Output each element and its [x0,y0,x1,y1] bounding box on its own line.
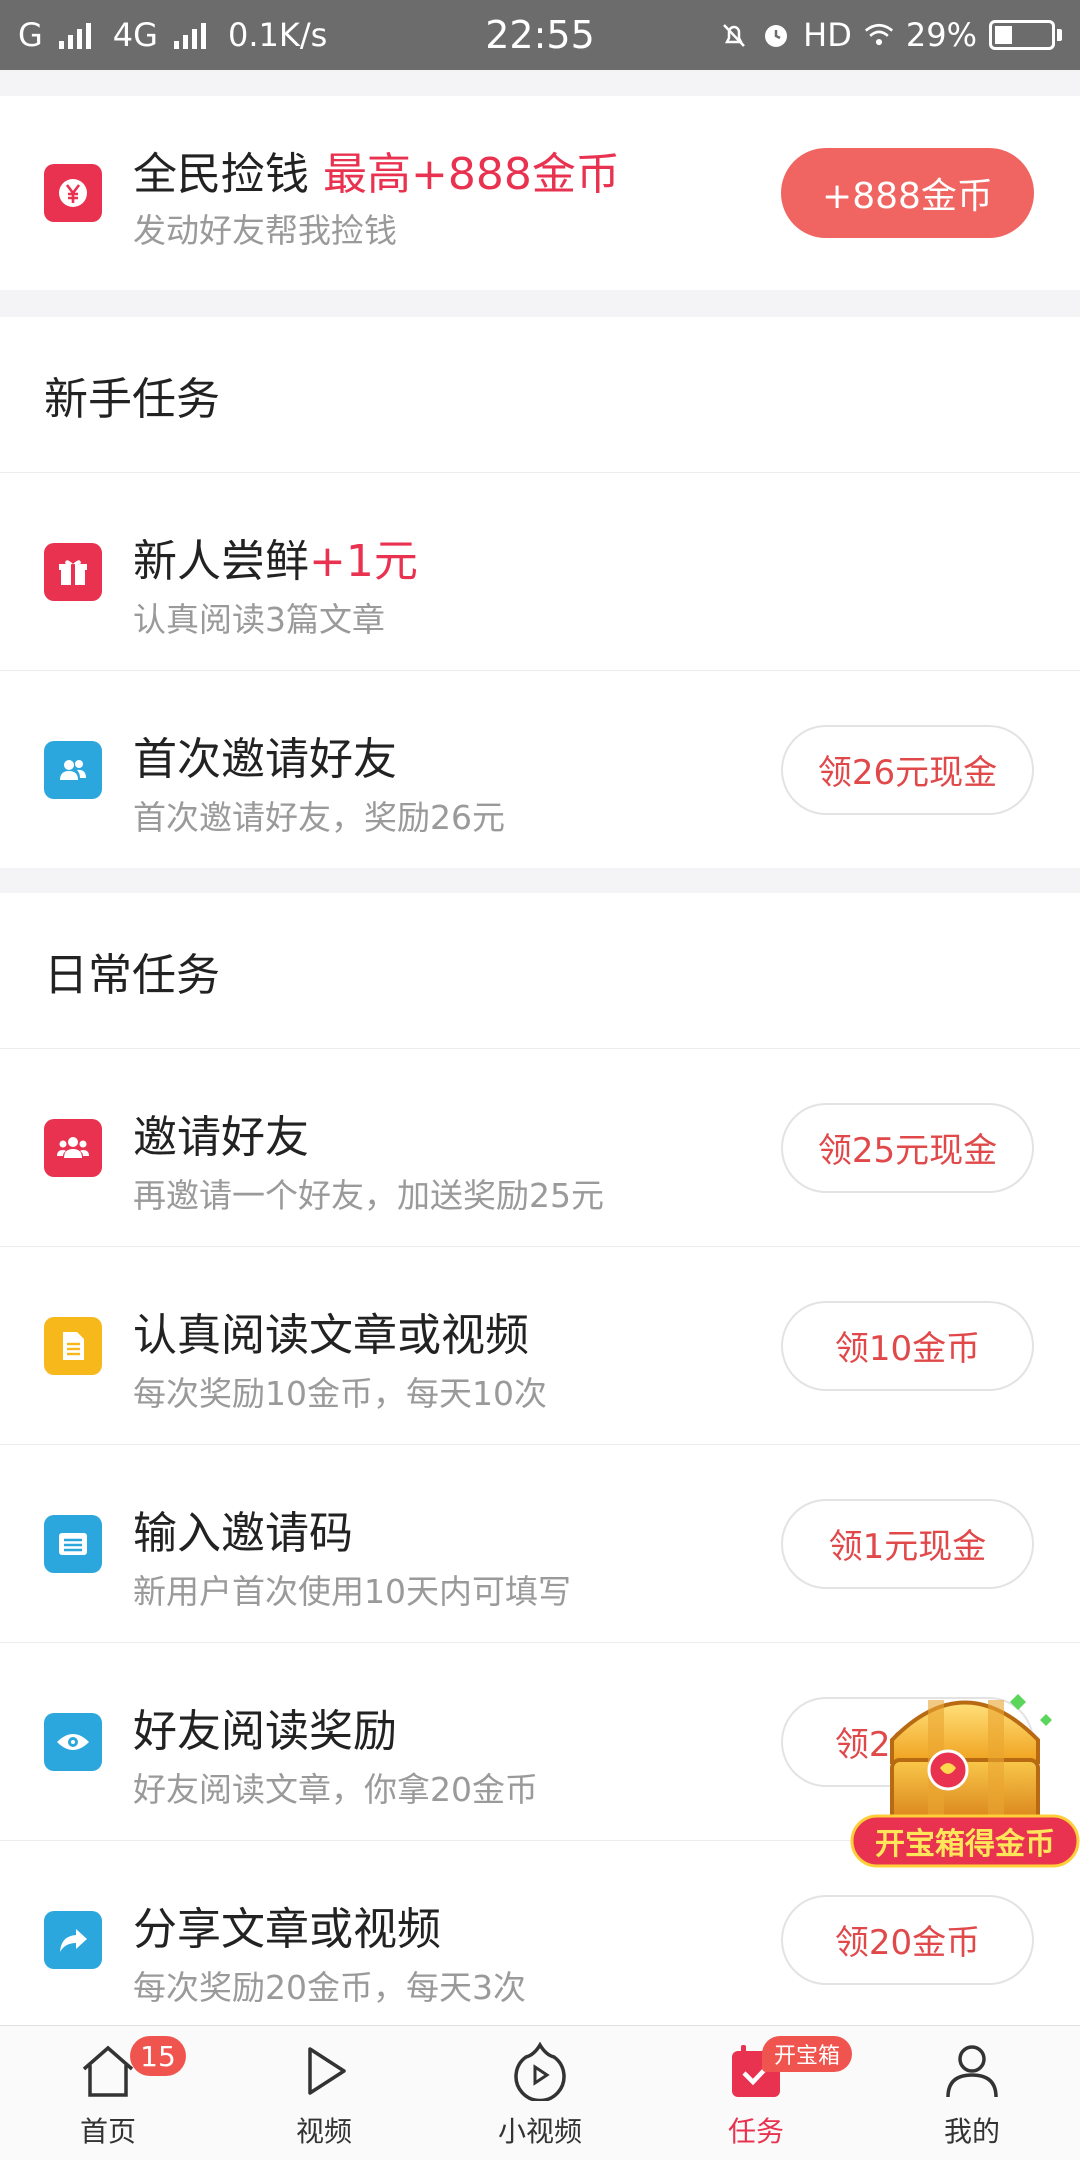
signal-icon-2 [173,21,206,49]
promo-highlight: 最高+888金币 [323,149,620,200]
task-subtitle: 新用户首次使用10天内可填写 [133,1572,571,1611]
promo-button[interactable]: +888金币 [781,148,1034,238]
nav-me-label: 我的 [943,2115,1000,2148]
daily-section-heading: 日常任务 [0,893,1080,1048]
status-left: G 4G 0.1K/s [18,16,327,54]
nav-short-video-label: 小视频 [497,2115,582,2148]
task-row-invite[interactable]: 邀请好友 再邀请一个好友，加送奖励25元 领25元现金 [0,1048,1080,1246]
task-title: 邀请好友 [133,1112,309,1163]
treasure-tag: 开宝箱 [762,2036,853,2072]
nav-me[interactable]: 我的 [864,2026,1080,2160]
nav-video-label: 视频 [295,2115,352,2148]
nav-tasks[interactable]: 任务 开宝箱 [648,2026,864,2160]
claim-button[interactable]: 领25元现金 [781,1102,1034,1193]
newbie-heading-text: 新手任务 [44,373,220,425]
task-row-read[interactable]: 认真阅读文章或视频 每次奖励10金币，每天10次 领10金币 [0,1246,1080,1444]
task-title: 新人尝鲜+1元 [133,525,418,589]
play-icon [291,2038,357,2104]
task-row-invite-code[interactable]: 输入邀请码 新用户首次使用10天内可填写 领1元现金 [0,1444,1080,1642]
group-icon [44,1118,102,1177]
task-title: 分享文章或视频 [133,1904,441,1955]
mute-bell-icon [719,20,749,50]
user-icon [939,2038,1005,2104]
treasure-label: 开宝箱得金币 [875,1827,1055,1862]
claim-button[interactable]: 领1元现金 [781,1498,1034,1589]
treasure-chest-widget[interactable]: 开宝箱得金币 [850,1670,1080,1870]
newbie-section-heading: 新手任务 [0,317,1080,472]
task-title: 首次邀请好友 [133,734,397,785]
claim-button[interactable]: 领10金币 [781,1300,1034,1391]
daily-task-list: 邀请好友 再邀请一个好友，加送奖励25元 领25元现金 认真阅读文章或视频 每次… [0,1048,1080,2038]
task-row-new-user[interactable]: 新人尝鲜+1元 认真阅读3篇文章 [0,472,1080,670]
task-subtitle: 每次奖励10金币，每天10次 [133,1374,547,1413]
nav-home[interactable]: 首页 15 [0,2026,216,2160]
network-label: 4G [112,16,158,54]
task-title: 好友阅读奖励 [133,1706,397,1757]
alarm-icon [761,20,791,50]
signal-icon [58,21,91,49]
gift-icon [44,542,102,601]
friends-icon [44,740,102,799]
task-title-text: 新人尝鲜 [133,536,309,587]
short-video-icon [507,2038,573,2104]
yen-icon [44,164,102,222]
notification-badge: 15 [130,2036,186,2076]
status-bar: G 4G 0.1K/s 22:55 HD 29% [0,0,1080,70]
newbie-task-list: 新人尝鲜+1元 认真阅读3篇文章 首次邀请好友 首次邀请好友，奖励26元 领26… [0,472,1080,868]
battery-percent: 29% [905,16,977,54]
document-icon [44,1316,102,1375]
nav-short-video[interactable]: 小视频 [432,2026,648,2160]
daily-heading-text: 日常任务 [44,949,220,1001]
task-subtitle: 认真阅读3篇文章 [133,600,385,639]
share-icon [44,1910,102,1969]
task-subtitle: 再邀请一个好友，加送奖励25元 [133,1176,604,1215]
promo-row[interactable]: 全民捡钱 最高+888金币 发动好友帮我捡钱 +888金币 [0,96,1080,290]
promo-subtitle: 发动好友帮我捡钱 [133,211,397,250]
nav-tasks-label: 任务 [727,2115,784,2148]
network-speed: 0.1K/s [227,16,328,54]
task-subtitle: 好友阅读文章，你拿20金币 [133,1770,538,1809]
claim-button[interactable]: 领20金币 [781,1894,1034,1985]
promo-title: 全民捡钱 最高+888金币 [133,138,620,202]
task-title: 输入邀请码 [133,1508,353,1559]
eye-icon [44,1712,102,1771]
carrier-label: G [18,16,43,54]
promo-title-text: 全民捡钱 [133,149,309,200]
task-row-first-invite[interactable]: 首次邀请好友 首次邀请好友，奖励26元 领26元现金 [0,670,1080,868]
nav-video[interactable]: 视频 [216,2026,432,2160]
claim-button[interactable]: 领26元现金 [781,724,1034,815]
task-subtitle: 每次奖励20金币，每天3次 [133,1968,526,2007]
status-right: HD 29% [719,16,1062,54]
task-subtitle: 首次邀请好友，奖励26元 [133,798,505,837]
promo-card: 全民捡钱 最高+888金币 发动好友帮我捡钱 +888金币 [0,96,1080,290]
battery-icon [989,20,1062,50]
nav-home-label: 首页 [79,2115,136,2148]
task-highlight: +1元 [309,536,418,587]
wifi-icon [864,20,894,50]
ticket-icon [44,1514,102,1573]
task-title: 认真阅读文章或视频 [133,1310,529,1361]
hd-label: HD [803,16,852,54]
bottom-nav: 首页 15 视频 小视频 任务 开宝箱 我的 [0,2025,1080,2160]
